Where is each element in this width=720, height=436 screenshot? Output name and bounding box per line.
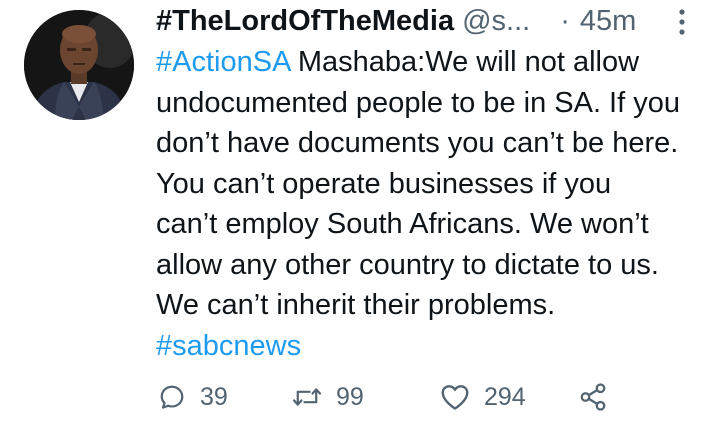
- avatar[interactable]: [24, 10, 134, 120]
- retweet-icon: [292, 388, 322, 406]
- more-vertical-icon: [679, 9, 685, 35]
- tweet-line-3: don’t have documents you can’t be here.: [156, 127, 679, 159]
- tweet-line-1: #ActionSA Mashaba:We will not allow: [156, 42, 712, 83]
- retweet-button[interactable]: 99: [292, 377, 364, 417]
- tweet-header: #TheLordOfTheMedia @s... · 45m: [156, 4, 696, 38]
- timestamp[interactable]: 45m: [580, 4, 636, 38]
- tweet-line-1-text: Mashaba:We will not allow: [289, 46, 640, 78]
- like-count: 294: [484, 382, 526, 411]
- tweet-line-6: allow any other country to dictate to us…: [156, 248, 659, 281]
- display-name[interactable]: #TheLordOfTheMedia: [156, 4, 454, 38]
- share-icon: [580, 383, 606, 411]
- like-button[interactable]: 294: [440, 377, 526, 417]
- hashtag-sabcnews[interactable]: #sabcnews: [156, 326, 712, 367]
- tweet-line-2: undocumented people to be in SA. If you: [156, 86, 680, 119]
- tweet-line-5: can’t employ South Africans. We won’t: [156, 208, 649, 240]
- separator-dot: ·: [560, 5, 570, 37]
- tweet-actions: 39 99 294: [158, 377, 678, 417]
- user-handle[interactable]: @s...: [462, 4, 530, 38]
- tweet-line-4: You can’t operate businesses if you: [156, 167, 612, 200]
- hashtag-actionsa[interactable]: #ActionSA: [156, 46, 290, 78]
- share-button[interactable]: [578, 377, 608, 417]
- more-options-button[interactable]: [674, 8, 690, 36]
- reply-icon: [160, 385, 184, 409]
- tweet-text: #ActionSA Mashaba:We will not allow undo…: [156, 42, 712, 366]
- avatar-image: [24, 10, 134, 120]
- heart-icon: [441, 385, 469, 410]
- retweet-count: 99: [336, 382, 364, 411]
- reply-count: 39: [200, 382, 228, 411]
- tweet[interactable]: #TheLordOfTheMedia @s... · 45m #ActionSA…: [0, 0, 720, 436]
- reply-button[interactable]: 39: [158, 377, 228, 417]
- tweet-line-7: We can’t inherit their problems.: [156, 289, 556, 321]
